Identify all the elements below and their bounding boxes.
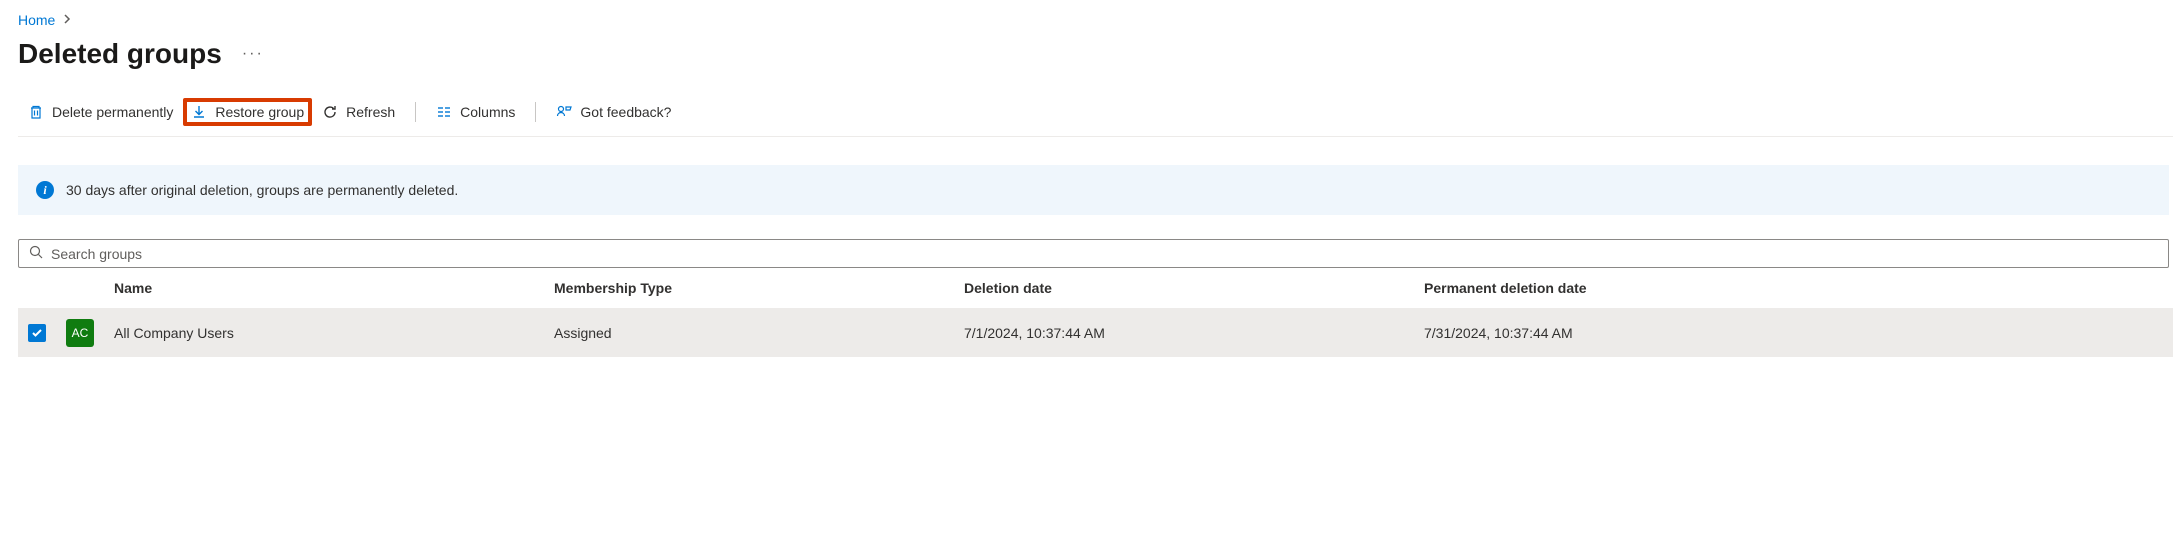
column-header-name[interactable]: Name — [104, 268, 544, 309]
download-icon — [191, 104, 207, 120]
feedback-icon — [556, 104, 572, 120]
columns-icon — [436, 104, 452, 120]
refresh-label: Refresh — [346, 104, 395, 120]
feedback-label: Got feedback? — [580, 104, 671, 120]
cell-permanent-deletion-date: 7/31/2024, 10:37:44 AM — [1414, 309, 2173, 358]
breadcrumb: Home — [18, 12, 2173, 28]
refresh-icon — [322, 104, 338, 120]
table-row[interactable]: AC All Company Users Assigned 7/1/2024, … — [18, 309, 2173, 358]
more-actions-button[interactable]: ··· — [242, 45, 264, 63]
cell-membership-type: Assigned — [544, 309, 954, 358]
row-checkbox[interactable] — [28, 324, 46, 342]
column-header-deletion[interactable]: Deletion date — [954, 268, 1414, 309]
groups-table: Name Membership Type Deletion date Perma… — [18, 268, 2173, 357]
column-header-membership[interactable]: Membership Type — [544, 268, 954, 309]
info-banner: i 30 days after original deletion, group… — [18, 165, 2169, 215]
toolbar-separator — [535, 102, 536, 122]
chevron-right-icon — [63, 13, 73, 27]
feedback-button[interactable]: Got feedback? — [546, 100, 681, 124]
cell-name: All Company Users — [104, 309, 544, 358]
header-avatar-cell — [56, 268, 104, 309]
refresh-button[interactable]: Refresh — [312, 100, 405, 124]
cell-deletion-date: 7/1/2024, 10:37:44 AM — [954, 309, 1414, 358]
search-box[interactable] — [18, 239, 2169, 268]
toolbar: Delete permanently Restore group Refresh… — [18, 98, 2173, 137]
header-checkbox-cell — [18, 268, 56, 309]
breadcrumb-home-link[interactable]: Home — [18, 12, 55, 28]
page-title: Deleted groups — [18, 38, 222, 70]
columns-button[interactable]: Columns — [426, 100, 525, 124]
column-header-permanent-deletion[interactable]: Permanent deletion date — [1414, 268, 2173, 309]
columns-label: Columns — [460, 104, 515, 120]
info-banner-text: 30 days after original deletion, groups … — [66, 182, 458, 198]
group-avatar: AC — [66, 319, 94, 347]
title-row: Deleted groups ··· — [18, 38, 2173, 70]
trash-icon — [28, 104, 44, 120]
table-header-row: Name Membership Type Deletion date Perma… — [18, 268, 2173, 309]
search-input[interactable] — [51, 246, 2158, 262]
search-icon — [29, 245, 43, 262]
restore-group-button[interactable]: Restore group — [183, 98, 312, 126]
delete-permanently-button[interactable]: Delete permanently — [18, 100, 183, 124]
toolbar-separator — [415, 102, 416, 122]
delete-permanently-label: Delete permanently — [52, 104, 173, 120]
info-icon: i — [36, 181, 54, 199]
restore-group-label: Restore group — [215, 104, 304, 120]
